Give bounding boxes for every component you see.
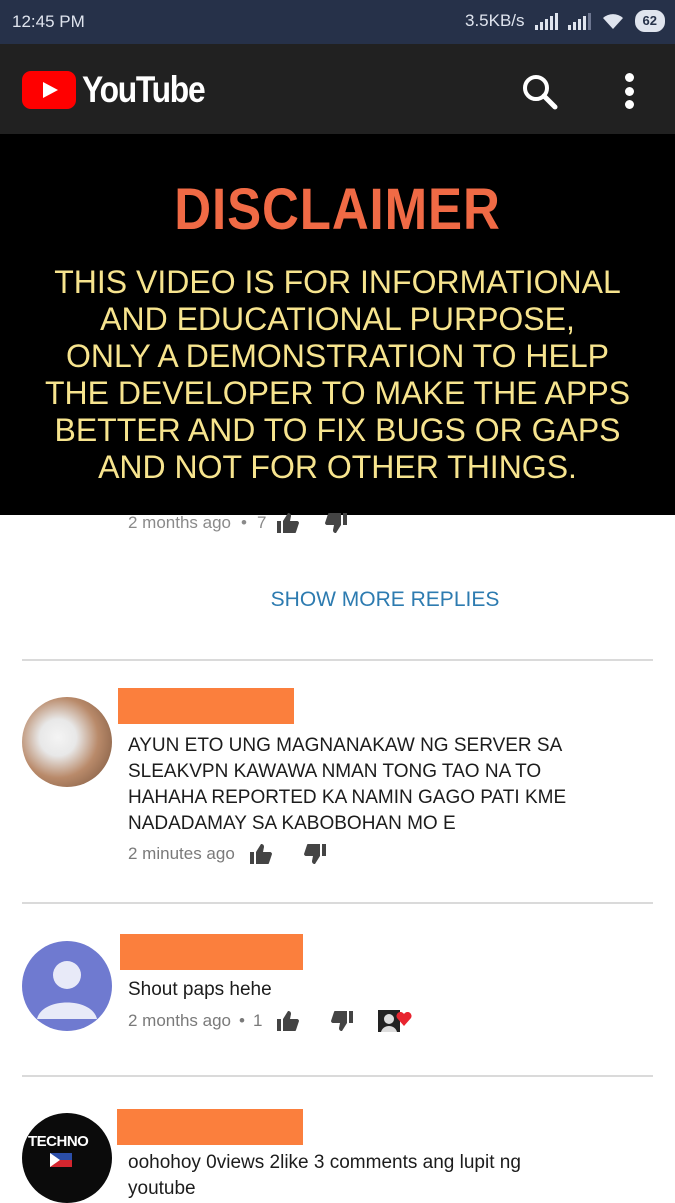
redacted-username: [117, 1109, 303, 1145]
thumbs-down-icon[interactable]: [324, 512, 348, 534]
wifi-icon: [602, 14, 623, 29]
comment-text: oohohoy 0views 2like 3 comments ang lupi…: [128, 1152, 521, 1199]
comment-time: 2 months ago: [128, 1011, 232, 1030]
thumbs-down-icon[interactable]: [303, 843, 327, 865]
comment-text: AYUN ETO UNG MAGNANAKAW NG SERVER SA SLE…: [128, 735, 567, 834]
comment-meta: 2 minutes ago: [128, 843, 327, 865]
thumbs-up-icon[interactable]: [276, 512, 300, 534]
redacted-username: [120, 934, 303, 970]
disclaimer-line: BETTER AND TO FIX BUGS OR GAPS: [54, 412, 621, 448]
thumbs-down-icon[interactable]: [330, 1010, 354, 1032]
status-icons: 3.5KB/s 62: [465, 10, 665, 32]
youtube-logo[interactable]: YouTube: [22, 69, 224, 111]
show-more-replies-button[interactable]: SHOW MORE REPLIES: [0, 588, 675, 612]
status-time: 12:45 PM: [12, 12, 85, 31]
signal-icon: [534, 12, 558, 30]
reply-like-count: 7: [256, 513, 267, 532]
comment-like-count: 1: [252, 1011, 263, 1030]
comment-time: 2 minutes ago: [128, 844, 235, 863]
divider: [22, 659, 653, 661]
avatar-label: TECHNO: [28, 1133, 89, 1150]
heart-icon: [396, 1012, 412, 1026]
disclaimer-text: THIS VIDEO IS FOR INFORMATIONAL AND EDUC…: [0, 264, 675, 486]
youtube-play-icon: [22, 71, 76, 109]
reply-meta: 2 months ago • 7: [128, 512, 348, 534]
comment-text: Shout paps hehe: [128, 979, 272, 1000]
network-speed: 3.5KB/s: [464, 11, 525, 30]
search-icon: [523, 75, 558, 110]
video-player[interactable]: DISCLAIMER THIS VIDEO IS FOR INFORMATION…: [0, 134, 675, 515]
disclaimer-line: AND EDUCATIONAL PURPOSE,: [100, 301, 575, 337]
status-bar: 12:45 PM 3.5KB/s 62: [0, 0, 675, 44]
thumbs-up-icon[interactable]: [276, 1010, 300, 1032]
more-vert-icon: [624, 73, 634, 82]
divider: [22, 902, 653, 904]
more-options-button[interactable]: [612, 69, 646, 113]
disclaimer-line: THE DEVELOPER TO MAKE THE APPS: [44, 375, 631, 411]
signal-icon-2: [567, 12, 591, 30]
brand-name: YouTube: [82, 69, 206, 110]
comment-meta: 2 months ago • 1: [128, 1010, 412, 1032]
disclaimer-line: THIS VIDEO IS FOR INFORMATIONAL: [54, 264, 621, 300]
redacted-username: [118, 688, 294, 724]
disclaimer-title: DISCLAIMER: [174, 177, 501, 242]
search-button[interactable]: [520, 72, 560, 112]
flag-icon: [50, 1153, 72, 1167]
app-bar: YouTube: [0, 44, 675, 134]
avatar[interactable]: [22, 697, 112, 787]
divider: [22, 1075, 653, 1077]
reply-time: 2 months ago: [128, 513, 232, 532]
thumbs-up-icon[interactable]: [249, 843, 273, 865]
creator-heart-badge: [378, 1010, 412, 1032]
avatar[interactable]: TECHNO: [22, 1113, 112, 1203]
disclaimer-line: AND NOT FOR OTHER THINGS.: [98, 449, 577, 485]
battery-indicator: 62: [634, 10, 665, 32]
default-user-icon: [37, 961, 97, 1019]
disclaimer-line: ONLY A DEMONSTRATION TO HELP: [66, 338, 609, 374]
avatar[interactable]: [22, 941, 112, 1031]
